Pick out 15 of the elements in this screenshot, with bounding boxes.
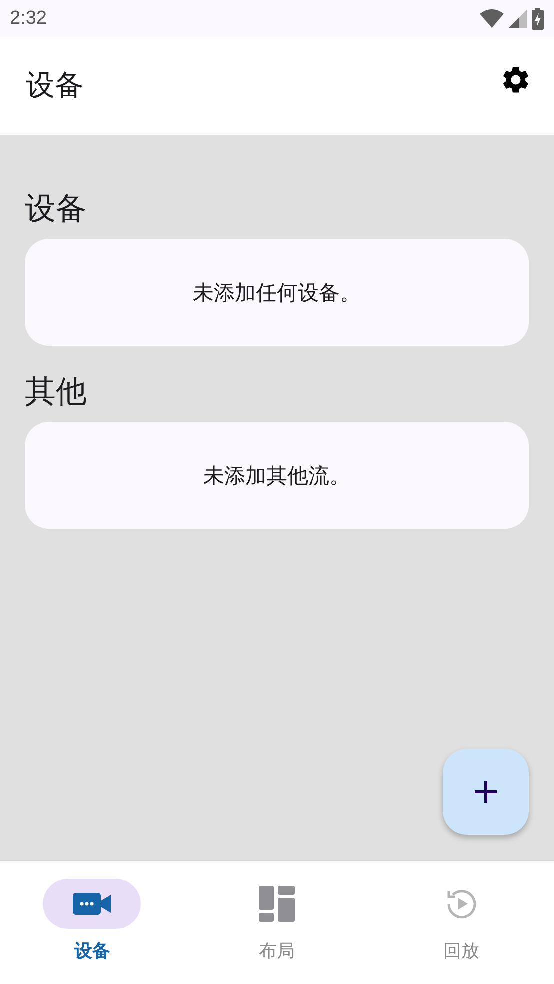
nav-tab[interactable]: 设备 (0, 861, 185, 984)
section-title: 设备 (25, 190, 87, 229)
nav-tab[interactable]: 回放 (369, 861, 554, 984)
status-time: 2:32 (10, 8, 47, 30)
empty-message: 未添加任何设备。 (193, 280, 361, 306)
app-title: 设备 (26, 67, 84, 104)
nav-tab[interactable]: 布局 (184, 861, 370, 984)
plus-icon (474, 780, 498, 804)
section-title: 其他 (25, 373, 87, 412)
battery-icon (532, 8, 544, 30)
layout-icon (259, 886, 295, 922)
signal-icon (509, 10, 527, 28)
wifi-icon (480, 8, 504, 28)
empty-message: 未添加其他流。 (204, 462, 350, 490)
video-camera-icon (73, 893, 112, 915)
